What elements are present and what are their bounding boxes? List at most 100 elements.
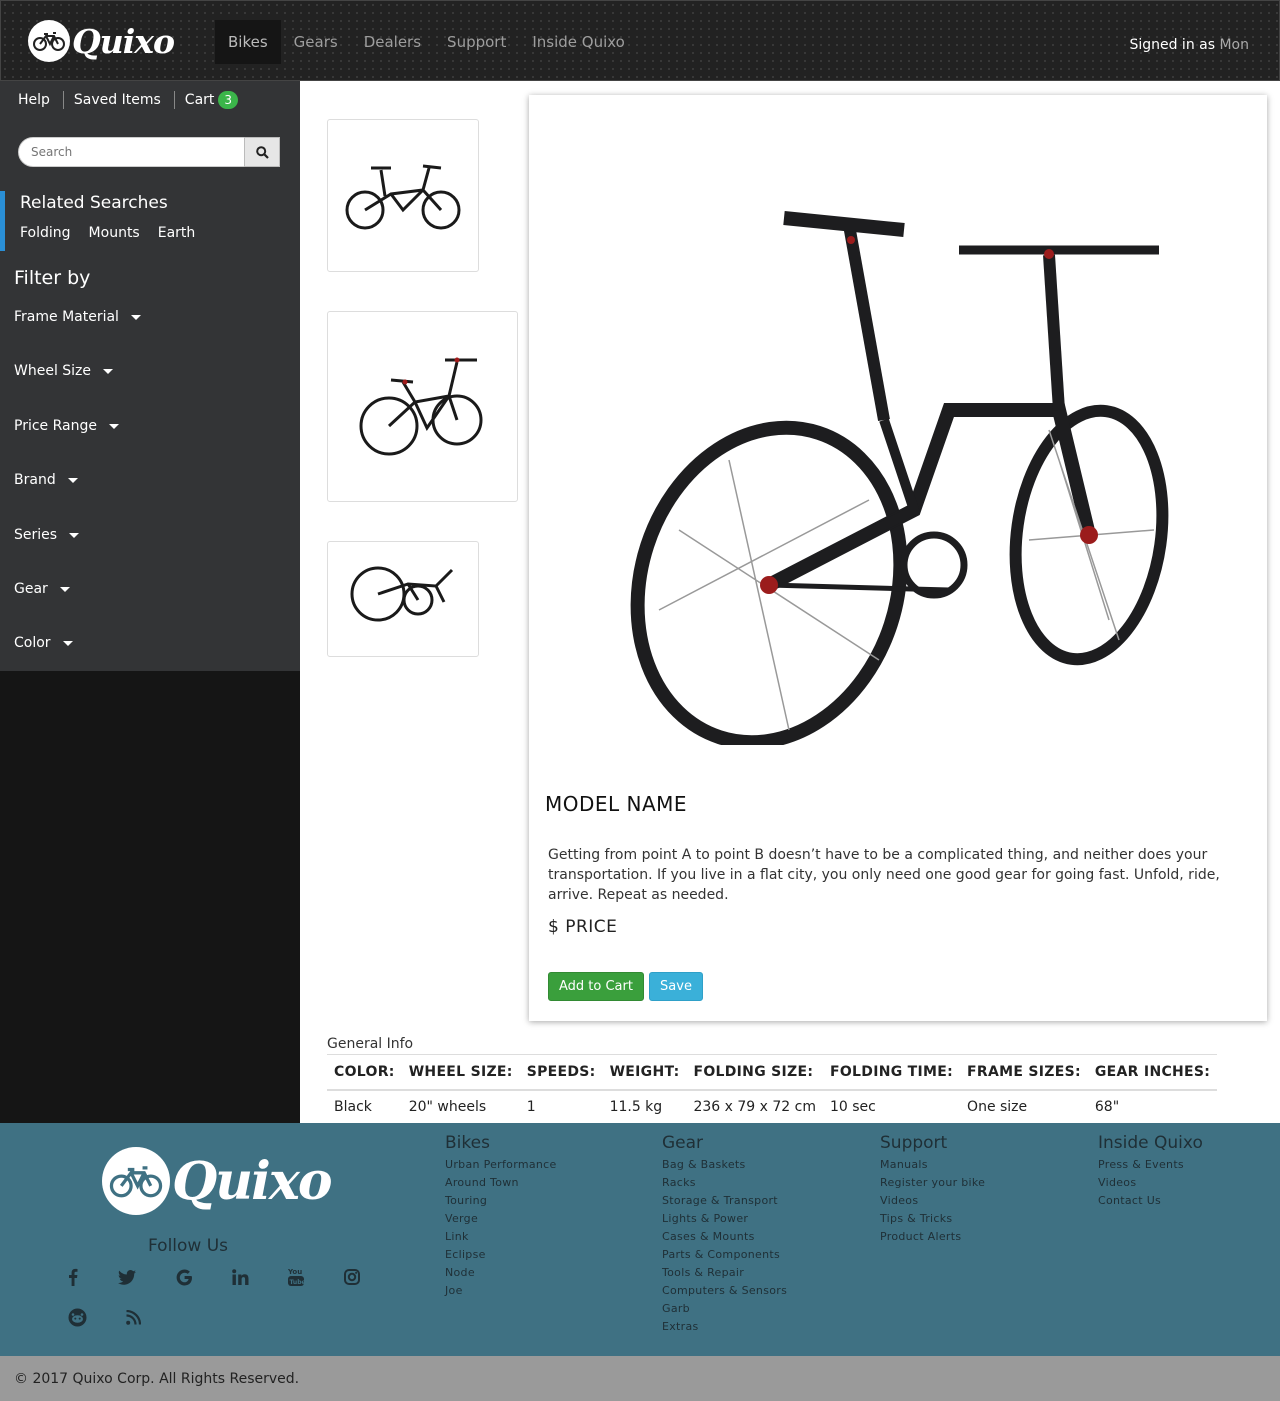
filter-label: Frame Material [14,309,119,325]
filter-price-range[interactable]: Price Range [14,418,119,434]
footer-link[interactable]: Register your bike [880,1174,985,1192]
footer-link[interactable]: Joe [445,1282,557,1300]
product-card: MODEL NAME Getting from point A to point… [529,95,1267,1021]
footer-link[interactable]: Node [445,1264,557,1282]
filter-wheel-size[interactable]: Wheel Size [14,363,114,379]
save-button[interactable]: Save [649,972,703,1001]
rss-icon[interactable] [121,1305,145,1329]
nav-gears[interactable]: Gears [281,20,351,64]
caret-down-icon [62,640,73,646]
top-navbar: Quixo Bikes Gears Dealers Support Inside… [0,0,1280,81]
general-info-title: General Info [327,1036,414,1052]
svg-text:You: You [288,1268,302,1276]
product-description: Getting from point A to point B doesn’t … [548,847,1220,903]
footer-link[interactable]: Verge [445,1210,557,1228]
cart-link[interactable]: Cart 3 [173,91,251,109]
spec-value: 10 sec [822,1089,961,1124]
footer-link[interactable]: Around Town [445,1174,557,1192]
spec-header: WEIGHT: [602,1054,687,1091]
footer-link[interactable]: Press & Events [1098,1156,1203,1174]
bike-thumbnail-image [345,164,461,229]
product-price: $ PRICE [548,917,618,937]
footer-link[interactable]: Lights & Power [662,1210,787,1228]
footer-link[interactable]: Touring [445,1192,557,1210]
footer-link[interactable]: Parts & Components [662,1246,787,1264]
footer-link[interactable]: Urban Performance [445,1156,557,1174]
footer: Quixo Follow Us You Tube Bikes Urban Perf… [0,1123,1280,1356]
filter-frame-material[interactable]: Frame Material [14,309,141,325]
footer-column-title: Inside Quixo [1098,1133,1203,1153]
reddit-icon[interactable] [65,1305,89,1329]
caret-down-icon [108,423,119,429]
footer-link[interactable]: Tools & Repair [662,1264,787,1282]
signed-in-status: Signed in as Mon [1129,37,1249,53]
footer-link[interactable]: Bag & Baskets [662,1156,787,1174]
spec-value: 20" wheels [401,1089,520,1124]
footer-link[interactable]: Cases & Mounts [662,1228,787,1246]
instagram-icon[interactable] [340,1265,364,1289]
related-link-folding[interactable]: Folding [20,225,71,241]
footer-link[interactable]: Garb [662,1300,787,1318]
filter-label: Series [14,527,58,543]
nav-dealers[interactable]: Dealers [351,20,434,64]
footer-link[interactable]: Contact Us [1098,1192,1203,1210]
google-icon[interactable] [172,1265,196,1289]
linkedin-icon[interactable] [228,1265,252,1289]
thumbnail-1[interactable] [327,119,479,272]
filter-label: Price Range [14,418,97,434]
spec-header-row: COLOR: WHEEL SIZE: SPEEDS: WEIGHT: FOLDI… [327,1054,1218,1091]
spec-header: WHEEL SIZE: [401,1054,520,1091]
saved-items-link[interactable]: Saved Items [62,91,174,109]
nav-inside-quixo[interactable]: Inside Quixo [519,20,638,64]
caret-down-icon [67,477,78,483]
bike-logo-icon [28,20,70,62]
footer-link[interactable]: Computers & Sensors [662,1282,787,1300]
related-link-earth[interactable]: Earth [158,225,196,241]
nav-bikes[interactable]: Bikes [215,20,281,64]
copyright-bar: © 2017 Quixo Corp. All Rights Reserved. [0,1356,1280,1401]
footer-logo[interactable]: Quixo [102,1147,333,1215]
copyright-text: © 2017 Quixo Corp. All Rights Reserved. [14,1371,300,1387]
footer-link[interactable]: Storage & Transport [662,1192,787,1210]
footer-link[interactable]: Extras [662,1318,787,1336]
related-link-mounts[interactable]: Mounts [89,225,140,241]
sidebar-empty-area [0,671,300,1123]
facebook-icon[interactable] [61,1265,85,1289]
brand-logo[interactable]: Quixo [28,20,175,62]
table-row: Black 20" wheels 1 11.5 kg 236 x 79 x 72… [327,1089,1218,1124]
search-button[interactable] [244,137,280,167]
cart-count-badge: 3 [218,91,239,109]
filter-color[interactable]: Color [14,635,73,651]
footer-link[interactable]: Eclipse [445,1246,557,1264]
filter-brand[interactable]: Brand [14,472,78,488]
thumbnail-2[interactable] [327,311,518,502]
help-link[interactable]: Help [0,91,63,109]
thumbnail-3[interactable] [327,541,479,657]
search-input[interactable] [18,137,245,167]
filter-label: Color [14,635,51,651]
spec-value: 236 x 79 x 72 cm [686,1089,823,1124]
caret-down-icon [130,314,141,320]
spec-header: FRAME SIZES: [960,1054,1088,1091]
nav-support[interactable]: Support [434,20,519,64]
user-name[interactable]: Mon [1219,37,1249,53]
filter-by-title: Filter by [14,267,91,289]
footer-link[interactable]: Racks [662,1174,787,1192]
bike-product-image [630,211,1169,745]
footer-link[interactable]: Videos [1098,1174,1203,1192]
svg-text:Tube: Tube [290,1279,305,1286]
add-to-cart-button[interactable]: Add to Cart [548,972,644,1001]
footer-column-gear: Gear Bag & Baskets Racks Storage & Trans… [662,1133,787,1336]
footer-link[interactable]: Tips & Tricks [880,1210,985,1228]
caret-down-icon [59,586,70,592]
footer-link[interactable]: Manuals [880,1156,985,1174]
twitter-icon[interactable] [115,1265,139,1289]
footer-link[interactable]: Videos [880,1192,985,1210]
footer-link[interactable]: Link [445,1228,557,1246]
spec-header: GEAR INCHES: [1087,1054,1218,1091]
search-icon [255,145,269,159]
youtube-icon[interactable]: You Tube [284,1265,308,1289]
filter-gear[interactable]: Gear [14,581,70,597]
filter-series[interactable]: Series [14,527,80,543]
footer-link[interactable]: Product Alerts [880,1228,985,1246]
